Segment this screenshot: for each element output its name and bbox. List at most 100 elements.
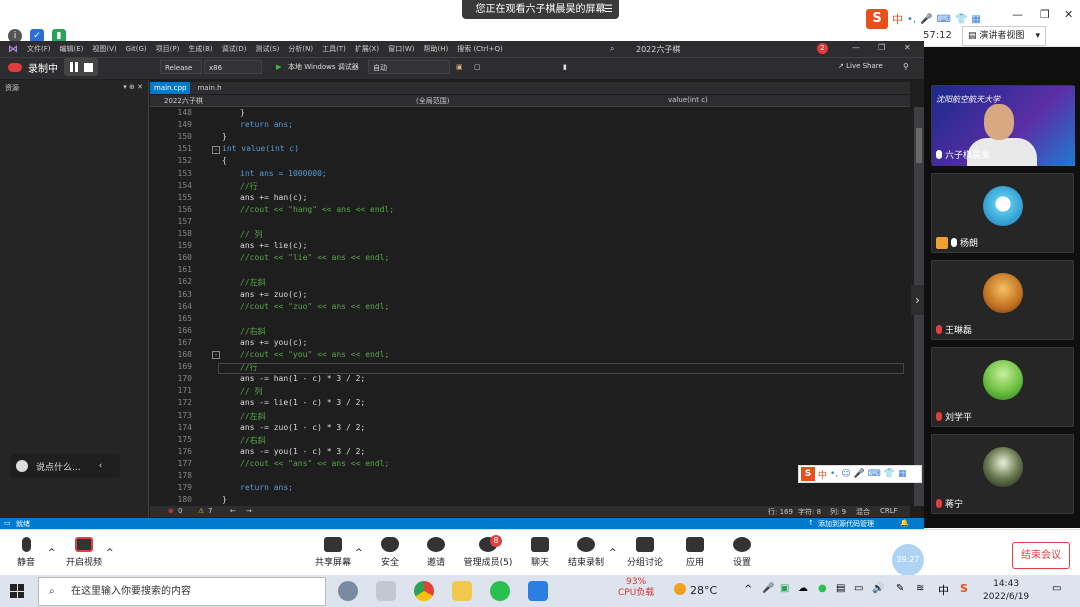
code-line[interactable]: ans -= lie(1 - c) * 3 / 2; <box>240 398 365 407</box>
config-select[interactable]: Release <box>160 60 202 74</box>
participant-tile[interactable]: 王琳磊 <box>931 260 1074 340</box>
chevron-up-icon[interactable]: ^ <box>609 548 617 558</box>
nav-function[interactable]: value(int c) <box>668 96 708 104</box>
mic-icon[interactable]: 🎤 <box>920 14 932 25</box>
menu-edit[interactable]: 编辑(E) <box>60 44 84 54</box>
keyboard-icon[interactable]: ⌨ <box>868 469 881 479</box>
participant-tile[interactable]: 刘学平 <box>931 347 1074 427</box>
fold-icon[interactable]: - <box>212 351 220 359</box>
code-line[interactable]: ans += you(c); <box>240 338 307 347</box>
play-icon[interactable]: ▶ <box>276 60 281 74</box>
scrollbar-thumb[interactable] <box>916 128 922 163</box>
vs-search-box[interactable]: 搜索 (Ctrl+Q) <box>457 44 503 54</box>
pause-icon[interactable] <box>69 62 78 72</box>
code-line[interactable]: // 列 <box>240 386 262 397</box>
code-line[interactable]: //左斜 <box>240 411 266 422</box>
windows-start-icon[interactable] <box>10 584 24 598</box>
skin-icon[interactable]: 👕 <box>955 14 967 25</box>
end-meeting-button[interactable]: 结束会议 <box>1012 542 1070 569</box>
menu-build[interactable]: 生成(B) <box>188 44 212 54</box>
participant-tile[interactable]: 杨朗 <box>931 173 1074 253</box>
security-button[interactable]: 安全 <box>375 537 405 568</box>
ime-mode[interactable]: 中 <box>818 468 827 481</box>
emoji-icon[interactable]: ☺ <box>841 469 850 479</box>
vs-restore-icon[interactable]: ❐ <box>878 43 885 52</box>
menu-debug[interactable]: 调试(D) <box>222 44 247 54</box>
code-line[interactable]: { <box>222 156 227 165</box>
stop-icon[interactable] <box>83 62 93 72</box>
code-line[interactable]: ans += han(c); <box>240 193 307 202</box>
sogou-tray-icon[interactable]: S <box>960 582 968 595</box>
code-line[interactable]: } <box>240 108 245 117</box>
code-line[interactable]: //右斜 <box>240 435 266 446</box>
end-recording-button[interactable]: 结束录制 <box>565 537 607 568</box>
mute-button[interactable]: 静音 <box>10 537 42 568</box>
vs-minimize-icon[interactable]: — <box>852 43 860 52</box>
code-line[interactable]: //行 <box>240 362 258 373</box>
weather-icon[interactable] <box>674 583 686 595</box>
code-line[interactable]: ans += zuo(c); <box>240 290 307 299</box>
weather-temp[interactable]: 28°C <box>690 584 717 597</box>
collapse-left-icon[interactable]: ‹ <box>99 461 103 471</box>
bell-icon[interactable]: 🔔 <box>900 519 909 527</box>
tray-app-icon[interactable]: ▣ <box>780 583 789 594</box>
add-source-control[interactable]: 添加到源代码管理 <box>818 519 874 529</box>
menu-git[interactable]: Git(G) <box>126 45 147 53</box>
close-icon[interactable]: ✕ <box>1064 8 1073 21</box>
video-button[interactable]: 开启视频 <box>62 537 106 568</box>
taskbar-search-input[interactable]: ⌕ 在这里输入你要搜索的内容 <box>38 577 326 606</box>
menu-help[interactable]: 帮助(H) <box>423 44 448 54</box>
punct-icon[interactable]: •, <box>830 469 838 479</box>
mic-icon[interactable]: 🎤 <box>854 469 865 479</box>
minimize-icon[interactable]: — <box>1012 8 1023 21</box>
debugger-button[interactable]: 本地 Windows 调试器 <box>288 60 359 74</box>
chat-button[interactable]: 聊天 <box>526 537 554 568</box>
collapse-sidebar-button[interactable]: › <box>911 285 924 315</box>
grid-icon[interactable]: ▦ <box>898 469 907 479</box>
code-line[interactable]: //右斜 <box>240 326 266 337</box>
tray-app-icon[interactable]: ☁ <box>798 583 808 594</box>
code-line[interactable]: //cout << "lie" << ans << endl; <box>240 253 389 262</box>
code-line[interactable]: //cout << "hang" << ans << endl; <box>240 205 394 214</box>
window-icon[interactable]: ▢ <box>474 60 481 74</box>
menu-window[interactable]: 窗口(W) <box>388 44 414 54</box>
live-share-button[interactable]: ↗ Live Share <box>838 62 883 70</box>
code-line[interactable]: return ans; <box>240 120 293 129</box>
pen-icon[interactable]: ✎ <box>896 583 904 594</box>
wifi-icon[interactable]: ≋ <box>916 583 924 594</box>
vs-close-icon[interactable]: ✕ <box>904 43 911 52</box>
nav-forward-icon[interactable]: → <box>246 507 252 515</box>
tray-app-icon[interactable]: ▤ <box>836 583 845 594</box>
search-icon[interactable]: ⌕ <box>610 44 614 54</box>
code-line[interactable]: } <box>222 495 227 504</box>
error-icon[interactable]: ⊗ <box>168 507 174 515</box>
tray-mic-icon[interactable]: 🎤 <box>762 583 774 594</box>
arrow-up-icon[interactable]: ↑ <box>808 519 814 527</box>
settings-button[interactable]: 设置 <box>728 537 756 568</box>
ime-floating-toolbar[interactable]: S 中 •, ☺ 🎤 ⌨ 👕 ▦ <box>798 465 922 483</box>
menu-tools[interactable]: 工具(T) <box>322 44 346 54</box>
auto-select[interactable]: 自动 <box>368 60 450 74</box>
meeting-app-icon[interactable] <box>528 581 548 601</box>
menu-test[interactable]: 测试(S) <box>255 44 279 54</box>
wechat-icon[interactable] <box>490 581 510 601</box>
grid-icon[interactable]: ▦ <box>971 14 980 25</box>
code-line[interactable]: int value(int c) <box>222 144 299 153</box>
taskbar-app-icon[interactable] <box>376 581 396 601</box>
chevron-up-icon[interactable]: ^ <box>48 548 56 558</box>
code-line[interactable]: ans += lie(c); <box>240 241 307 250</box>
chevron-up-icon[interactable]: ^ <box>106 548 114 558</box>
tab-main-h[interactable]: main.h <box>193 82 225 94</box>
code-line[interactable]: //cout << "ans" << ans << endl; <box>240 459 389 468</box>
manage-members-button[interactable]: 管理成员(5) <box>462 537 514 568</box>
emoji-icon[interactable] <box>16 460 28 472</box>
pin-icon[interactable]: ⚲ <box>903 62 909 71</box>
taskbar-app-icon[interactable] <box>338 581 358 601</box>
speaker-view-select[interactable]: ▤ 演讲者视图 ▾ <box>962 26 1046 46</box>
panel-pin-icon[interactable]: ▾ ⊕ ✕ <box>123 83 143 93</box>
menu-project[interactable]: 项目(P) <box>156 44 180 54</box>
invite-button[interactable]: 邀请 <box>421 537 451 568</box>
code-line[interactable]: return ans; <box>240 483 293 492</box>
skin-icon[interactable]: 👕 <box>884 469 895 479</box>
tray-wechat-icon[interactable]: ● <box>818 583 827 594</box>
